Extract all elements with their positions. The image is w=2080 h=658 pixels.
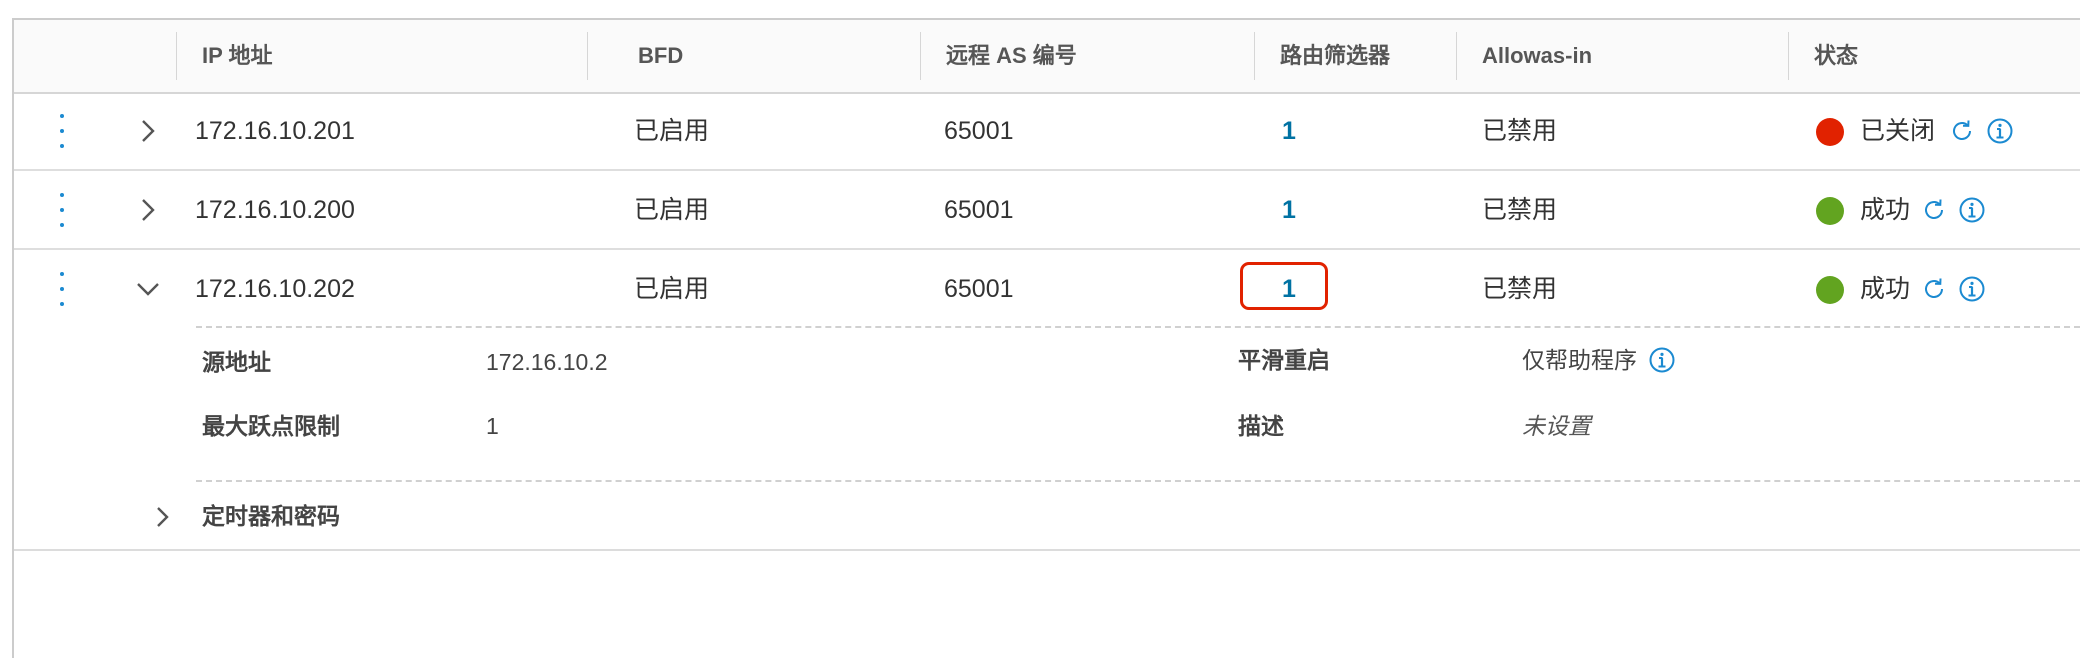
header-separator [920,32,921,80]
detail-value-description: 未设置 [1522,413,1591,439]
header-separator [1254,32,1255,80]
status-down-icon [1816,118,1844,146]
cell-bfd: 已启用 [634,196,710,224]
cell-remote-as: 65001 [944,196,1014,224]
status-text: 成功 [1860,196,1911,224]
row-actions-kebab-icon[interactable] [58,193,66,227]
detail-value-graceful-restart: 仅帮助程序 [1522,347,1637,373]
chevron-right-icon[interactable] [148,503,176,531]
header-separator [1456,32,1457,80]
table-row: 172.16.10.201 已启用 65001 1 已禁用 已关闭 [14,92,2080,170]
route-filter-link[interactable]: 1 [1282,92,1296,170]
detail-divider [196,326,2080,328]
cell-allowas-in: 已禁用 [1482,275,1558,303]
column-header-route-filter[interactable]: 路由筛选器 [1280,20,1390,92]
route-filter-highlight [1240,262,1328,310]
detail-value-source: 172.16.10.2 [486,349,608,375]
detail-divider [196,480,2080,482]
column-header-bfd[interactable]: BFD [638,20,683,92]
timers-passwords-toggle[interactable]: 定时器和密码 [202,496,340,536]
cell-allowas-in: 已禁用 [1482,117,1558,145]
column-header-remote-as[interactable]: 远程 AS 编号 [946,20,1077,92]
cell-bfd: 已启用 [634,275,710,303]
refresh-icon[interactable] [1920,275,1948,303]
table-row: 172.16.10.200 已启用 65001 1 已禁用 成功 [14,171,2080,249]
info-icon[interactable] [1648,346,1676,374]
table-row: 172.16.10.202 已启用 65001 1 已禁用 成功 [14,250,2080,328]
status-success-icon [1816,197,1844,225]
column-header-ip[interactable]: IP 地址 [202,20,273,92]
datagrid-header: IP 地址 BFD 远程 AS 编号 路由筛选器 Allowas-in 状态 [14,20,2080,94]
cell-bfd: 已启用 [634,117,710,145]
status-text: 已关闭 [1860,117,1936,145]
detail-label-source: 源地址 [202,349,271,375]
header-separator [587,32,588,80]
info-icon[interactable] [1986,117,2014,145]
cell-ip: 172.16.10.201 [195,117,355,145]
column-header-allowas-in[interactable]: Allowas-in [1482,20,1592,92]
detail-label-description: 描述 [1238,413,1284,439]
column-header-status[interactable]: 状态 [1814,20,1858,92]
status-text: 成功 [1860,275,1911,303]
header-separator [176,32,177,80]
chevron-right-icon[interactable] [132,115,164,147]
cell-remote-as: 65001 [944,117,1014,145]
status-success-icon [1816,276,1844,304]
detail-label-max-hop: 最大跃点限制 [202,413,340,439]
datagrid-bottom-border [14,549,2080,551]
cell-remote-as: 65001 [944,275,1014,303]
row-actions-kebab-icon[interactable] [58,272,66,306]
refresh-icon[interactable] [1948,117,1976,145]
cell-allowas-in: 已禁用 [1482,196,1558,224]
row-actions-kebab-icon[interactable] [58,114,66,148]
cell-ip: 172.16.10.200 [195,196,355,224]
route-filter-link[interactable]: 1 [1282,171,1296,249]
detail-value-max-hop: 1 [486,413,499,439]
chevron-right-icon[interactable] [132,194,164,226]
cell-ip: 172.16.10.202 [195,275,355,303]
info-icon[interactable] [1958,196,1986,224]
detail-label-graceful-restart: 平滑重启 [1238,347,1330,373]
chevron-down-icon[interactable] [132,273,164,305]
info-icon[interactable] [1958,275,1986,303]
refresh-icon[interactable] [1920,196,1948,224]
header-separator [1788,32,1789,80]
